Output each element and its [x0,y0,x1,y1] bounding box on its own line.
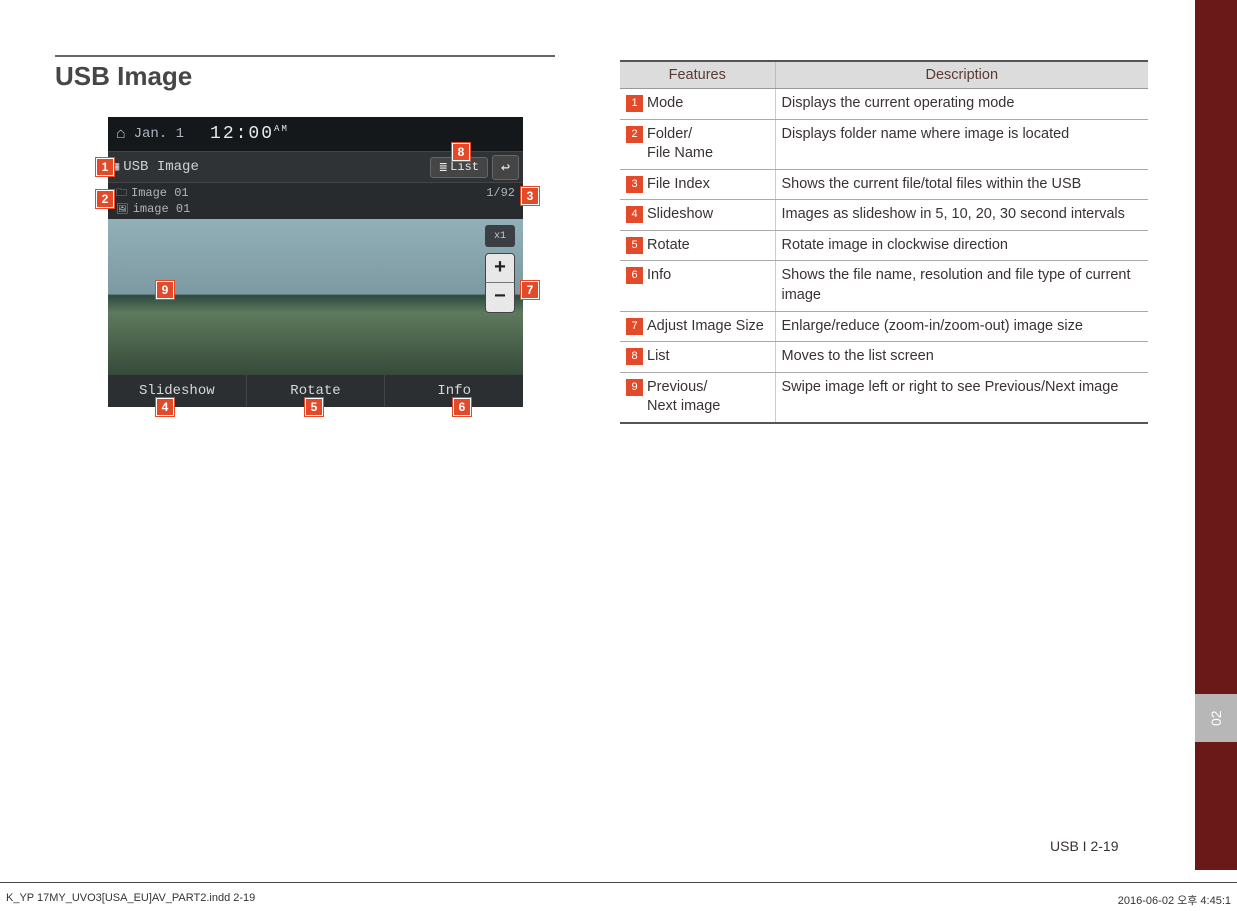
zoom-controls: + − [485,253,515,313]
slideshow-button[interactable]: Slideshow [108,375,247,407]
feature-name: Folder/File Name [647,125,713,164]
th-description: Description [775,61,1148,89]
callout-1: 1 [96,158,114,176]
callout-3: 3 [521,187,539,205]
feature-name: Adjust Image Size [647,317,764,337]
callout-4: 4 [156,398,174,416]
page-footer: USB I 2-19 [1050,838,1118,854]
feature-cell: 2Folder/File Name [620,119,775,169]
home-icon[interactable] [116,125,126,143]
table-row: 1ModeDisplays the current operating mode [620,89,1148,120]
list-icon [439,160,447,175]
file-name-text: image 01 [133,202,191,216]
back-button[interactable] [492,155,519,180]
features-table: Features Description 1ModeDisplays the c… [620,60,1148,424]
description-cell: Shows the file name, resolution and file… [775,261,1148,311]
feature-name: File Index [647,175,710,195]
back-icon [501,158,510,177]
table-row: 3File IndexShows the current file/total … [620,169,1148,200]
description-cell: Rotate image in clockwise direction [775,230,1148,261]
status-time: 12:00AM [210,124,289,144]
feature-name: Rotate [647,236,690,256]
list-button-label: List [450,160,479,174]
file-index: 1/92 [486,186,515,201]
callout-6: 6 [453,398,471,416]
description-cell: Enlarge/reduce (zoom-in/zoom-out) image … [775,311,1148,342]
zoom-level-badge: x1 [485,225,515,247]
folder-file-names: Image 01 image 01 [116,186,486,216]
feature-cell: 7Adjust Image Size [620,311,775,342]
footer-rule [0,882,1237,883]
feature-badge: 1 [626,95,643,112]
print-footer-right: 2016-06-02 오후 4:45:1 [1118,892,1231,908]
table-row: 7Adjust Image SizeEnlarge/reduce (zoom-i… [620,311,1148,342]
th-features: Features [620,61,775,89]
print-footer-left: K_YP 17MY_UVO3[USA_EU]AV_PART2.indd 2-19 [6,892,255,908]
zoom-out-button[interactable]: − [485,283,515,313]
feature-name: Info [647,266,671,286]
feature-cell: 6Info [620,261,775,311]
table-row: 5RotateRotate image in clockwise directi… [620,230,1148,261]
side-tab-number: 02 [1195,694,1237,742]
feature-cell: 8List [620,342,775,373]
folder-name: Image 01 [116,186,486,202]
file-name: image 01 [116,202,486,218]
table-row: 4SlideshowImages as slideshow in 5, 10, … [620,200,1148,231]
status-ampm: AM [274,124,289,134]
print-footer: K_YP 17MY_UVO3[USA_EU]AV_PART2.indd 2-19… [0,892,1237,908]
table-header-row: Features Description [620,61,1148,89]
table-row: 8ListMoves to the list screen [620,342,1148,373]
description-cell: Displays folder name where image is loca… [775,119,1148,169]
feature-badge: 4 [626,206,643,223]
description-cell: Shows the current file/total files withi… [775,169,1148,200]
feature-cell: 9Previous/Next image [620,372,775,423]
screenshot-infobar: Image 01 image 01 1/92 [108,183,523,219]
feature-badge: 7 [626,318,643,335]
page: 02 USB Image Jan. 1 12:00AM USB Image Li… [0,0,1237,911]
callout-7: 7 [521,281,539,299]
mode-text: USB Image [123,159,199,175]
table-row: 6InfoShows the file name, resolution and… [620,261,1148,311]
feature-badge: 8 [626,348,643,365]
feature-badge: 9 [626,379,643,396]
feature-cell: 3File Index [620,169,775,200]
feature-badge: 2 [626,126,643,143]
feature-badge: 3 [626,176,643,193]
description-cell: Swipe image left or right to see Previou… [775,372,1148,423]
file-icon [116,202,133,216]
feature-name: List [647,347,670,367]
feature-name: Previous/Next image [647,378,720,417]
feature-badge: 5 [626,237,643,254]
side-tab-strip: 02 [1195,0,1237,870]
mode-label: USB Image [112,159,426,175]
description-cell: Displays the current operating mode [775,89,1148,120]
section-title: USB Image [55,55,555,92]
folder-name-text: Image 01 [131,186,189,200]
feature-badge: 6 [626,267,643,284]
table-row: 2Folder/File NameDisplays folder name wh… [620,119,1148,169]
description-cell: Images as slideshow in 5, 10, 20, 30 sec… [775,200,1148,231]
status-time-value: 12:00 [210,124,274,144]
description-cell: Moves to the list screen [775,342,1148,373]
status-date: Jan. 1 [134,126,184,142]
table-row: 9Previous/Next imageSwipe image left or … [620,372,1148,423]
feature-cell: 1Mode [620,89,775,120]
callout-5: 5 [305,398,323,416]
callout-2: 2 [96,190,114,208]
feature-name: Slideshow [647,205,713,225]
folder-icon [116,186,131,200]
feature-cell: 5Rotate [620,230,775,261]
callout-9: 9 [156,281,174,299]
feature-name: Mode [647,94,683,114]
callout-8: 8 [452,143,470,161]
zoom-in-button[interactable]: + [485,253,515,283]
feature-cell: 4Slideshow [620,200,775,231]
